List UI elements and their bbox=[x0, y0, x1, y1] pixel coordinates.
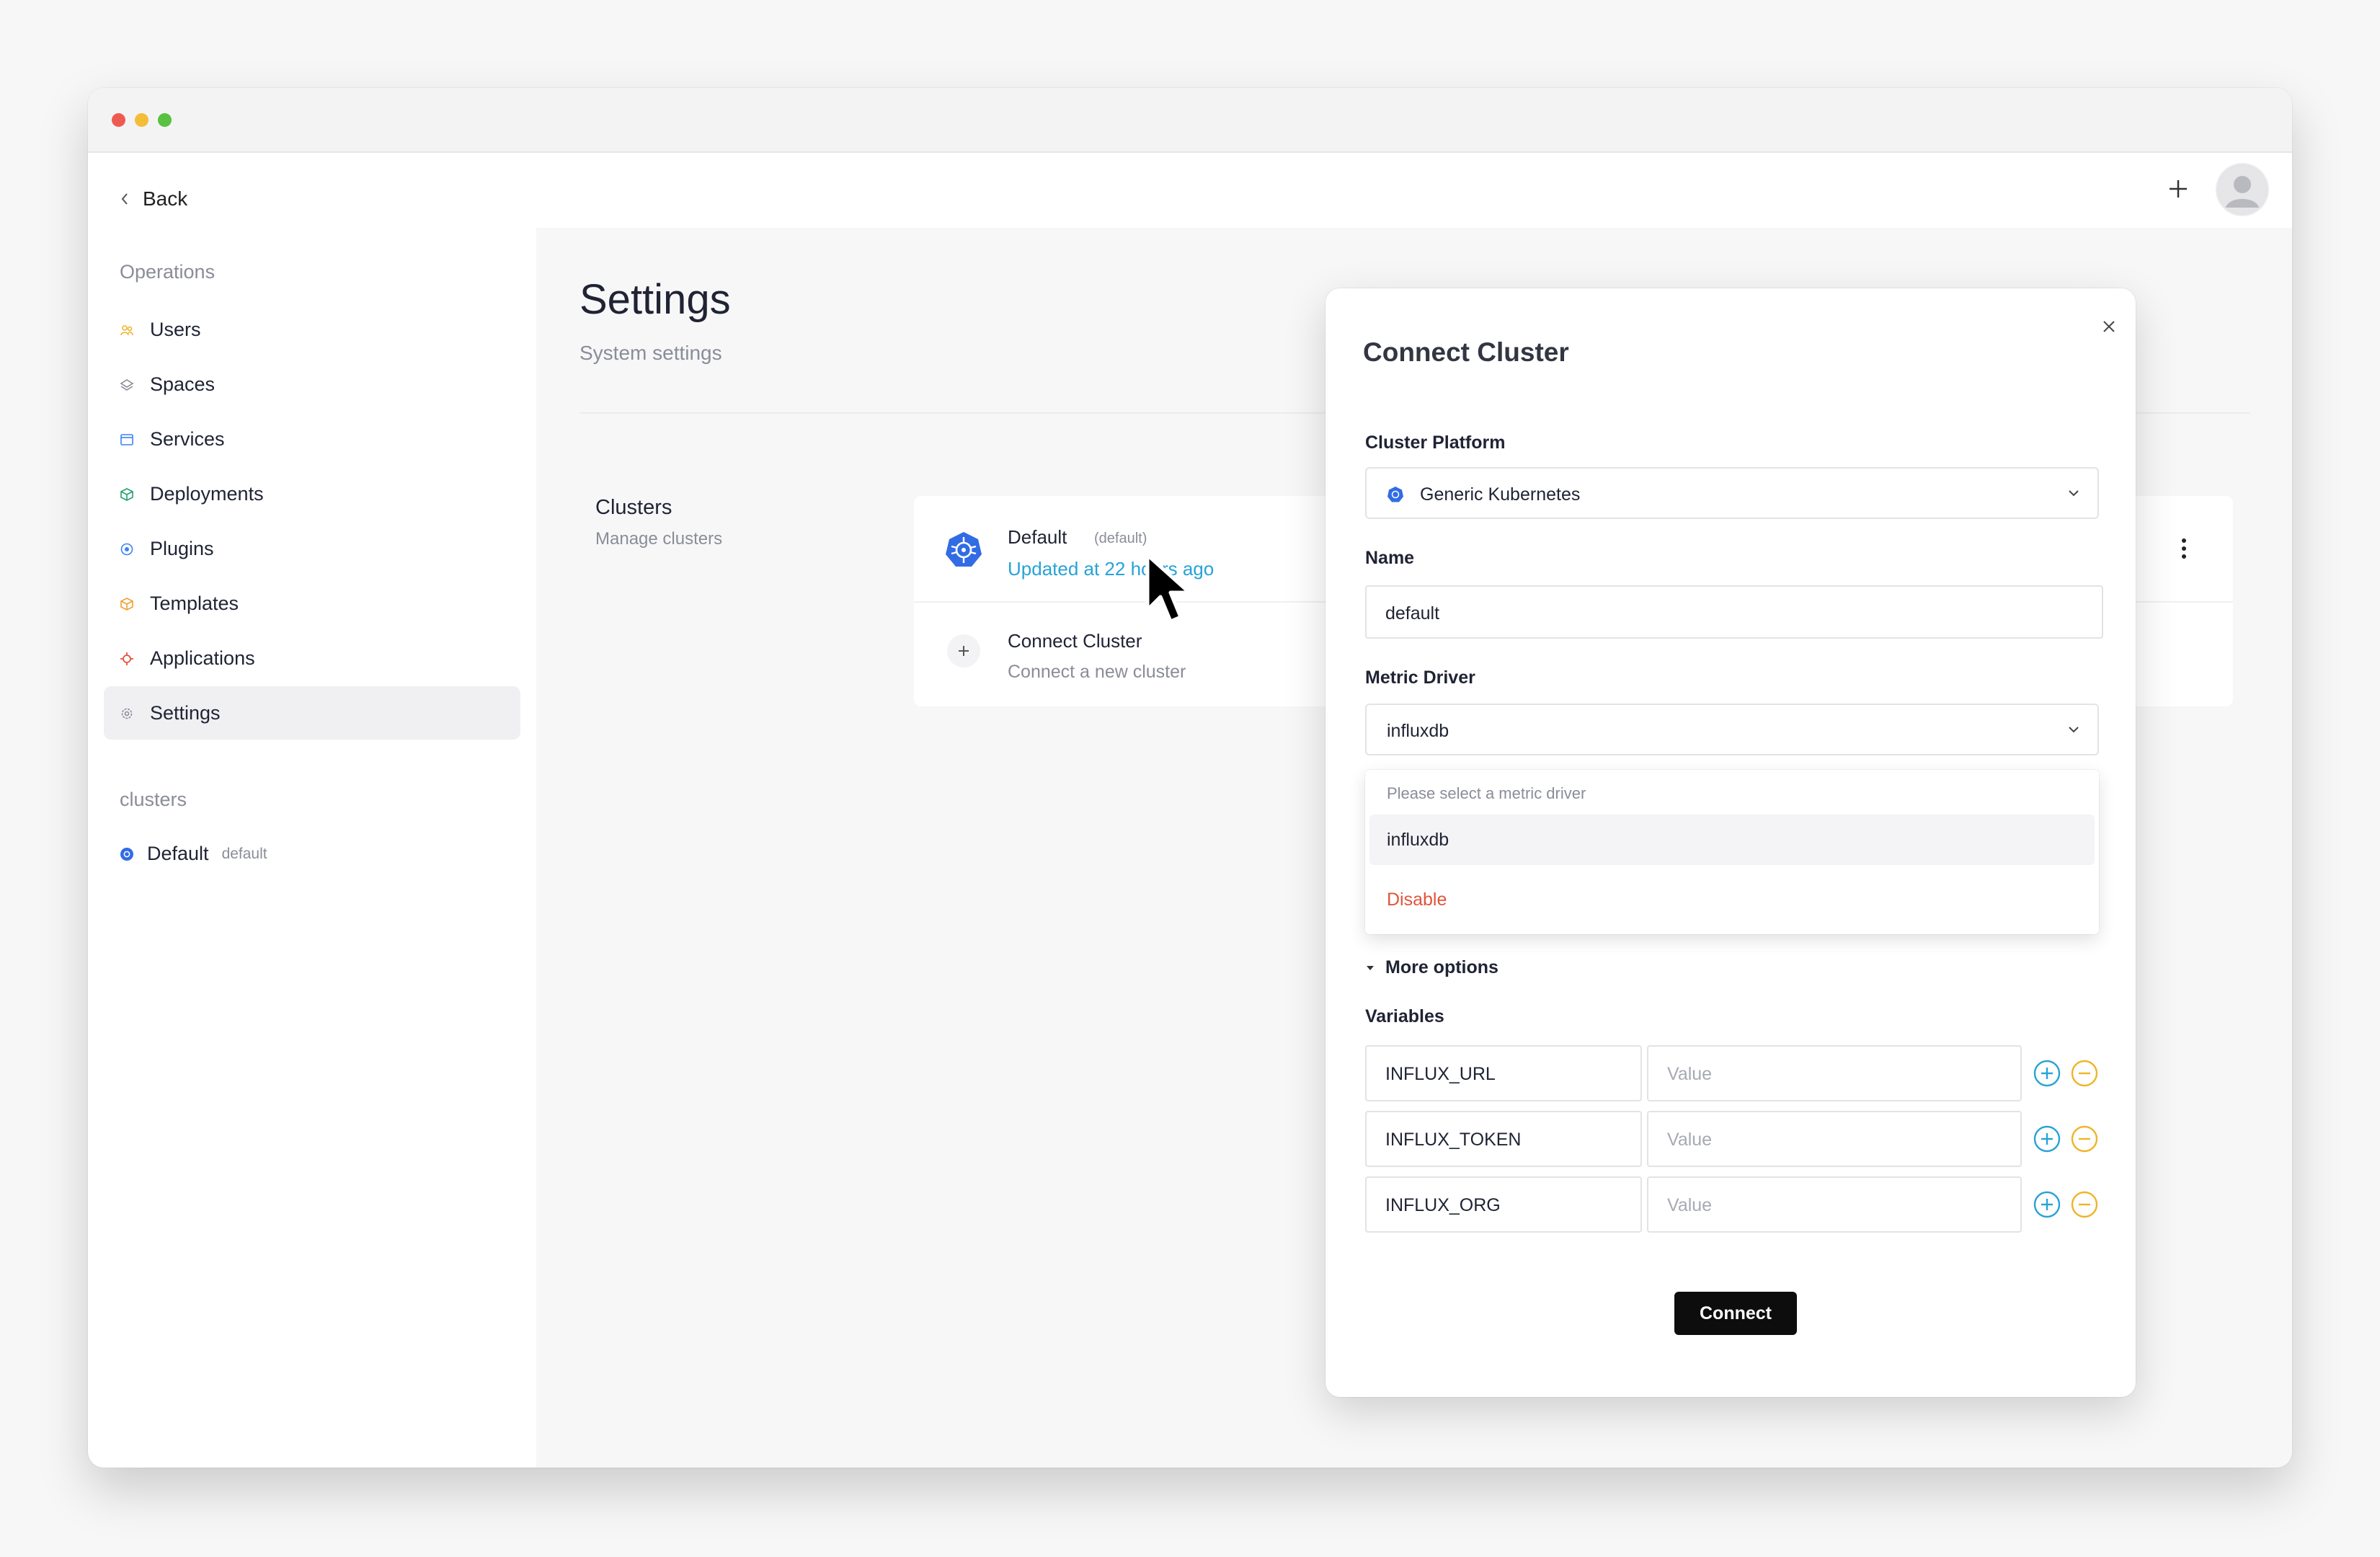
chevron-down-icon bbox=[2069, 727, 2079, 733]
clusters-section-title: Clusters bbox=[595, 496, 672, 519]
back-label: Back bbox=[143, 187, 188, 210]
close-icon[interactable] bbox=[2098, 316, 2120, 337]
dropdown-option-influxdb[interactable]: influxdb bbox=[1369, 815, 2095, 865]
gear-icon bbox=[120, 706, 134, 721]
sidebar-cluster-name: Default bbox=[147, 843, 209, 864]
sidebar-item-services[interactable]: Services bbox=[104, 412, 520, 466]
back-link[interactable]: Back bbox=[117, 183, 187, 215]
connect-cluster-title: Connect Cluster bbox=[1008, 630, 1142, 652]
plus-circle-icon bbox=[947, 634, 980, 667]
kubernetes-icon bbox=[946, 532, 982, 567]
cube-icon bbox=[120, 487, 134, 502]
mouse-cursor-icon bbox=[1145, 553, 1191, 624]
remove-variable-icon[interactable] bbox=[2071, 1060, 2098, 1087]
window-icon bbox=[120, 432, 134, 447]
sidebar-cluster-default[interactable]: Default default bbox=[120, 843, 267, 865]
metric-driver-dropdown: Please select a metric driver influxdb D… bbox=[1365, 770, 2099, 934]
sidebar-item-spaces[interactable]: Spaces bbox=[104, 358, 520, 411]
cluster-platform-select[interactable]: Generic Kubernetes bbox=[1365, 467, 2099, 519]
sidebar-item-templates[interactable]: Templates bbox=[104, 577, 520, 630]
more-options-toggle[interactable]: More options bbox=[1365, 957, 1498, 978]
variable-value-placeholder: Value bbox=[1667, 1064, 1713, 1084]
add-icon[interactable] bbox=[2162, 173, 2194, 205]
plugin-icon bbox=[120, 542, 134, 556]
variable-value-placeholder: Value bbox=[1667, 1195, 1713, 1215]
variable-value-placeholder: Value bbox=[1667, 1130, 1713, 1150]
sidebar-item-applications[interactable]: Applications bbox=[104, 631, 520, 685]
connect-cluster-subtitle: Connect a new cluster bbox=[1008, 662, 1186, 682]
dropdown-option-disable[interactable]: Disable bbox=[1387, 890, 1447, 910]
cluster-platform-label: Cluster Platform bbox=[1365, 432, 1506, 453]
layers-icon bbox=[120, 378, 134, 392]
minimize-window-button[interactable] bbox=[135, 113, 148, 127]
add-variable-icon[interactable] bbox=[2033, 1125, 2061, 1153]
variable-key-input[interactable]: INFLUX_TOKEN bbox=[1365, 1111, 1642, 1167]
modal-title: Connect Cluster bbox=[1363, 337, 1569, 367]
metric-driver-value: influxdb bbox=[1387, 721, 1449, 741]
variable-key: INFLUX_ORG bbox=[1385, 1195, 1501, 1215]
name-label: Name bbox=[1365, 548, 1415, 568]
connect-button[interactable]: Connect bbox=[1674, 1292, 1797, 1335]
page-subtitle: System settings bbox=[580, 342, 722, 364]
box-icon bbox=[120, 597, 134, 611]
variable-value-input[interactable]: Value bbox=[1647, 1045, 2022, 1101]
more-vertical-icon[interactable] bbox=[2177, 536, 2191, 561]
cluster-default-tag: (default) bbox=[1094, 531, 1147, 546]
sidebar-item-label: Templates bbox=[150, 592, 239, 614]
connect-cluster-modal: Connect Cluster Cluster Platform Generic… bbox=[1326, 288, 2136, 1397]
variable-key: INFLUX_URL bbox=[1385, 1064, 1496, 1084]
user-avatar[interactable] bbox=[2217, 164, 2268, 215]
sidebar-item-settings[interactable]: Settings bbox=[104, 686, 520, 740]
sidebar-item-label: Users bbox=[150, 318, 201, 340]
dropdown-option-label: influxdb bbox=[1387, 830, 1449, 850]
sidebar-item-users[interactable]: Users bbox=[104, 303, 520, 356]
avatar-icon bbox=[2219, 166, 2266, 213]
add-variable-icon[interactable] bbox=[2033, 1191, 2061, 1218]
close-window-button[interactable] bbox=[112, 113, 125, 127]
maximize-window-button[interactable] bbox=[158, 113, 172, 127]
metric-driver-label: Metric Driver bbox=[1365, 667, 1475, 688]
kubernetes-icon bbox=[1387, 487, 1403, 502]
caret-down-icon bbox=[1367, 965, 1374, 970]
window-titlebar bbox=[88, 88, 2292, 153]
cluster-platform-value: Generic Kubernetes bbox=[1420, 484, 1581, 505]
sidebar-item-label: Applications bbox=[150, 647, 255, 669]
sidebar-item-deployments[interactable]: Deployments bbox=[104, 467, 520, 520]
name-input[interactable]: default bbox=[1365, 585, 2103, 639]
variable-key-input[interactable]: INFLUX_ORG bbox=[1365, 1176, 1642, 1233]
sidebar-item-label: Services bbox=[150, 427, 225, 450]
dropdown-header: Please select a metric driver bbox=[1387, 784, 1586, 802]
sidebar-item-label: Deployments bbox=[150, 482, 264, 505]
remove-variable-icon[interactable] bbox=[2071, 1191, 2098, 1218]
cluster-name: Default bbox=[1008, 526, 1067, 548]
clusters-section-subtitle: Manage clusters bbox=[595, 529, 723, 549]
add-variable-icon[interactable] bbox=[2033, 1060, 2061, 1087]
variable-value-input[interactable]: Value bbox=[1647, 1111, 2022, 1167]
users-icon bbox=[120, 323, 134, 337]
sidebar-item-plugins[interactable]: Plugins bbox=[104, 522, 520, 575]
chevron-left-icon bbox=[121, 193, 128, 205]
more-options-label: More options bbox=[1385, 957, 1498, 977]
variable-key-input[interactable]: INFLUX_URL bbox=[1365, 1045, 1642, 1101]
chevron-down-icon bbox=[2069, 490, 2079, 497]
variable-value-input[interactable]: Value bbox=[1647, 1176, 2022, 1233]
kubernetes-icon bbox=[120, 847, 133, 861]
page-title: Settings bbox=[580, 276, 731, 323]
sidebar-cluster-tag: default bbox=[221, 845, 267, 862]
sidebar-item-label: Plugins bbox=[150, 537, 214, 559]
clusters-section-label: clusters bbox=[120, 789, 187, 810]
variable-key: INFLUX_TOKEN bbox=[1385, 1130, 1522, 1150]
metric-driver-select[interactable]: influxdb bbox=[1365, 704, 2099, 755]
remove-variable-icon[interactable] bbox=[2071, 1125, 2098, 1153]
sidebar-item-label: Settings bbox=[150, 701, 221, 724]
sidebar-item-label: Spaces bbox=[150, 373, 216, 395]
operations-section-label: Operations bbox=[120, 261, 216, 283]
variables-label: Variables bbox=[1365, 1006, 1444, 1026]
app-icon bbox=[120, 652, 134, 666]
name-value: default bbox=[1385, 603, 1440, 624]
